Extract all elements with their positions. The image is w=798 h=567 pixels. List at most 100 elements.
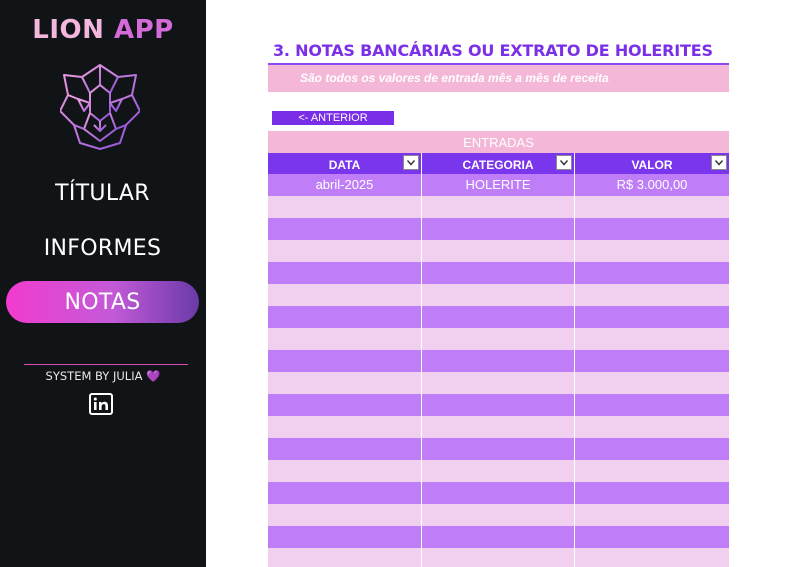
nav-item-titular[interactable]: TÍTULAR: [6, 172, 199, 214]
table-row[interactable]: [268, 394, 729, 416]
table-cell[interactable]: [268, 284, 422, 306]
table-cell[interactable]: [422, 504, 575, 526]
table-cell[interactable]: R$ 3.000,00: [575, 174, 729, 196]
table-cell[interactable]: [575, 328, 729, 350]
table-cell[interactable]: [422, 306, 575, 328]
table-cell[interactable]: [575, 460, 729, 482]
table-caption: ENTRADAS: [268, 131, 729, 153]
column-header-data: DATA: [268, 153, 422, 174]
table-row[interactable]: [268, 262, 729, 284]
chevron-down-icon: [406, 160, 416, 166]
table-row[interactable]: [268, 504, 729, 526]
table-cell[interactable]: [575, 526, 729, 548]
table-cell[interactable]: [575, 284, 729, 306]
table-row[interactable]: [268, 196, 729, 218]
nav-item-notas[interactable]: NOTAS: [6, 281, 199, 323]
table-cell[interactable]: [268, 438, 422, 460]
table-cell[interactable]: [422, 394, 575, 416]
table-cell[interactable]: [575, 548, 729, 567]
table-cell[interactable]: [268, 504, 422, 526]
credit-text: SYSTEM BY JULIA 💜: [0, 369, 206, 383]
table-row[interactable]: [268, 306, 729, 328]
column-header-categoria: CATEGORIA: [422, 153, 575, 174]
table-row[interactable]: [268, 526, 729, 548]
table-row[interactable]: [268, 460, 729, 482]
table-cell[interactable]: [268, 460, 422, 482]
table-cell[interactable]: [575, 438, 729, 460]
back-button[interactable]: <- ANTERIOR: [272, 111, 394, 125]
table-row[interactable]: [268, 240, 729, 262]
table-cell[interactable]: [268, 394, 422, 416]
linkedin-icon[interactable]: [89, 393, 113, 415]
table-cell[interactable]: [422, 526, 575, 548]
table-cell[interactable]: [575, 372, 729, 394]
table-cell[interactable]: [268, 262, 422, 284]
brand-text-lion: LION: [32, 15, 114, 45]
filter-dropdown-categoria[interactable]: [556, 155, 572, 170]
table-cell[interactable]: HOLERITE: [422, 174, 575, 196]
sidebar: LION APP TÍTULAR INFORMES NOTAS SYSTEM B…: [0, 0, 206, 567]
filter-dropdown-valor[interactable]: [711, 155, 727, 170]
table-cell[interactable]: [575, 350, 729, 372]
table-cell[interactable]: [422, 240, 575, 262]
filter-dropdown-data[interactable]: [403, 155, 419, 170]
table-cell[interactable]: [268, 350, 422, 372]
sidebar-divider: [24, 364, 188, 365]
table-cell[interactable]: [422, 350, 575, 372]
table-cell[interactable]: [268, 482, 422, 504]
table-cell[interactable]: [268, 306, 422, 328]
table-cell[interactable]: [422, 460, 575, 482]
table-cell[interactable]: [575, 504, 729, 526]
table-row[interactable]: abril-2025 HOLERITE R$ 3.000,00: [268, 174, 729, 196]
table-cell[interactable]: [268, 416, 422, 438]
column-header-label: CATEGORIA: [462, 158, 534, 172]
heart-icon: 💜: [146, 369, 161, 383]
table-cell[interactable]: [575, 482, 729, 504]
table-row[interactable]: [268, 350, 729, 372]
table-cell[interactable]: abril-2025: [268, 174, 422, 196]
app-brand: LION APP: [0, 15, 206, 45]
table-row[interactable]: [268, 328, 729, 350]
table-row[interactable]: [268, 438, 729, 460]
table-row[interactable]: [268, 372, 729, 394]
table-cell[interactable]: [422, 438, 575, 460]
table-cell[interactable]: [575, 240, 729, 262]
column-header-label: DATA: [328, 158, 361, 172]
table-cell[interactable]: [422, 284, 575, 306]
table-row[interactable]: [268, 218, 729, 240]
chevron-down-icon: [714, 160, 724, 166]
table-cell[interactable]: [575, 416, 729, 438]
column-header-label: VALOR: [631, 158, 673, 172]
page-subtitle: São todos os valores de entrada mês a mê…: [300, 71, 609, 85]
table-cell[interactable]: [268, 240, 422, 262]
table-cell[interactable]: [268, 526, 422, 548]
table-row[interactable]: [268, 416, 729, 438]
entries-table: ENTRADAS DATA CATEGORIA VALOR abril-2025…: [268, 131, 729, 567]
table-cell[interactable]: [422, 196, 575, 218]
chevron-down-icon: [559, 160, 569, 166]
column-header-valor: VALOR: [575, 153, 729, 174]
table-row[interactable]: [268, 284, 729, 306]
table-cell[interactable]: [575, 306, 729, 328]
table-cell[interactable]: [268, 218, 422, 240]
table-cell[interactable]: [422, 262, 575, 284]
table-cell[interactable]: [575, 196, 729, 218]
table-row[interactable]: [268, 482, 729, 504]
table-cell[interactable]: [575, 394, 729, 416]
table-cell[interactable]: [268, 548, 422, 567]
table-cell[interactable]: [422, 416, 575, 438]
nav-item-informes[interactable]: INFORMES: [6, 227, 199, 269]
table-cell[interactable]: [422, 548, 575, 567]
table-cell[interactable]: [422, 218, 575, 240]
table-cell[interactable]: [422, 482, 575, 504]
table-header: DATA CATEGORIA VALOR: [268, 153, 729, 174]
table-row[interactable]: [268, 548, 729, 567]
table-cell[interactable]: [422, 372, 575, 394]
table-cell[interactable]: [575, 262, 729, 284]
credit-label: SYSTEM BY JULIA: [45, 369, 143, 383]
table-cell[interactable]: [575, 218, 729, 240]
table-cell[interactable]: [268, 196, 422, 218]
table-cell[interactable]: [268, 372, 422, 394]
table-cell[interactable]: [268, 328, 422, 350]
table-cell[interactable]: [422, 328, 575, 350]
